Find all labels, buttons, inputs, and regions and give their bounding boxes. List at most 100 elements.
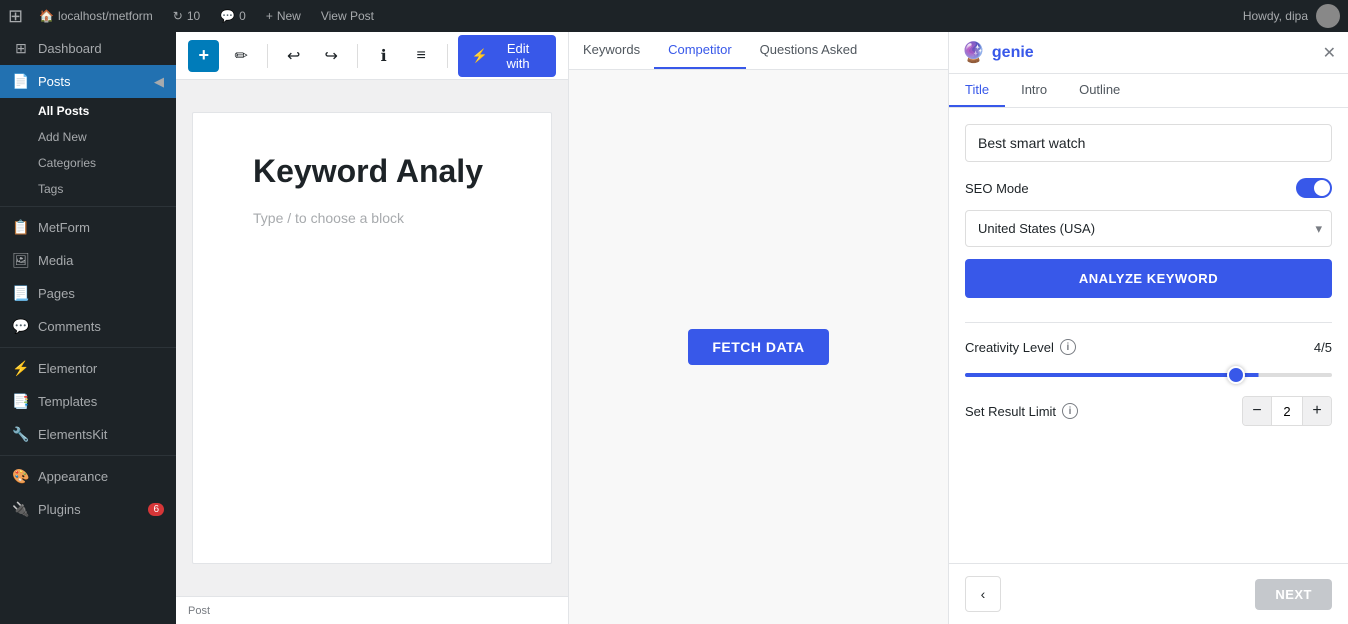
country-select-wrapper: United States (USA) United Kingdom (UK) …: [965, 210, 1332, 247]
result-limit-label: Set Result Limit i: [965, 403, 1078, 419]
sidebar-item-elementor[interactable]: ⚡ Elementor: [0, 352, 176, 385]
undo-icon: ↩: [287, 46, 300, 66]
sidebar-item-comments[interactable]: 💬 Comments: [0, 310, 176, 343]
creativity-row: Creativity Level i 4/5: [965, 339, 1332, 355]
tab-competitor[interactable]: Competitor: [654, 32, 746, 69]
sidebar-sub-categories[interactable]: Categories: [0, 150, 176, 176]
sidebar-item-metform[interactable]: 📋 MetForm: [0, 211, 176, 244]
stepper-increase-button[interactable]: +: [1303, 397, 1331, 425]
creativity-slider[interactable]: [965, 373, 1332, 377]
panel-body: SEO Mode United States (USA) United King…: [949, 108, 1348, 563]
site-name-link[interactable]: 🏠 localhost/metform: [35, 0, 157, 32]
editor-footer: Post: [176, 596, 568, 624]
post-title[interactable]: Keyword Analy: [253, 153, 491, 190]
title-input[interactable]: [965, 124, 1332, 162]
comments-icon: 💬: [12, 318, 30, 335]
panel-header: 🔮 genie ✕: [949, 32, 1348, 74]
editor-page[interactable]: Keyword Analy Type / to choose a block: [192, 112, 552, 564]
editor-content: Keyword Analy Type / to choose a block: [176, 80, 568, 596]
middle-panel-tabs: Keywords Competitor Questions Asked: [569, 32, 948, 70]
panel-logo: 🔮 genie: [961, 40, 1034, 65]
sidebar-item-templates[interactable]: 📑 Templates: [0, 385, 176, 418]
options-button[interactable]: ≡: [405, 40, 436, 72]
stepper-decrease-button[interactable]: −: [1243, 397, 1271, 425]
post-type-label: Post: [188, 605, 210, 617]
info-icon: ℹ: [381, 46, 387, 66]
menu-icon: ≡: [416, 47, 425, 65]
result-limit-info-icon[interactable]: i: [1062, 403, 1078, 419]
panel-close-button[interactable]: ✕: [1323, 43, 1336, 63]
subtab-outline[interactable]: Outline: [1063, 74, 1136, 107]
creativity-label: Creativity Level i: [965, 339, 1076, 355]
posts-icon: 📄: [12, 73, 30, 90]
sidebar-sub-add-new[interactable]: Add New: [0, 124, 176, 150]
creativity-info-icon[interactable]: i: [1060, 339, 1076, 355]
plus-icon: +: [266, 9, 273, 23]
stepper-value: 2: [1271, 397, 1303, 425]
elementor-icon: ⚡: [12, 360, 30, 377]
country-select[interactable]: United States (USA) United Kingdom (UK) …: [965, 210, 1332, 247]
analyze-keyword-button[interactable]: ANALYZE KEYWORD: [965, 259, 1332, 298]
sidebar-item-dashboard[interactable]: ⊞ Dashboard: [0, 32, 176, 65]
toolbar-divider-3: [447, 44, 448, 68]
fetch-data-button[interactable]: FETCH DATA: [688, 329, 828, 365]
tab-questions[interactable]: Questions Asked: [746, 32, 872, 69]
sidebar-sub-all-posts[interactable]: All Posts: [0, 98, 176, 124]
toolbar-divider-1: [267, 44, 268, 68]
updates-link[interactable]: ↻ 10: [169, 0, 204, 32]
next-button[interactable]: NEXT: [1255, 579, 1332, 610]
edit-with-button[interactable]: ⚡ Edit with: [458, 35, 556, 77]
subtab-title[interactable]: Title: [949, 74, 1005, 107]
right-panel: 🔮 genie ✕ Title Intro Outline SEO Mode: [948, 32, 1348, 624]
sidebar-item-posts[interactable]: 📄 Posts ◀: [0, 65, 176, 98]
sidebar-divider-3: [0, 455, 176, 456]
admin-bar: ⊞ 🏠 localhost/metform ↻ 10 💬 0 + New Vie…: [0, 0, 1348, 32]
result-limit-row: Set Result Limit i − 2 +: [965, 396, 1332, 426]
subtab-intro[interactable]: Intro: [1005, 74, 1063, 107]
tab-keywords[interactable]: Keywords: [569, 32, 654, 69]
genie-logo-icon: 🔮: [961, 40, 986, 65]
sidebar-sub-tags[interactable]: Tags: [0, 176, 176, 202]
back-button[interactable]: ‹: [965, 576, 1001, 612]
panel-subtabs: Title Intro Outline: [949, 74, 1348, 108]
avatar[interactable]: [1316, 4, 1340, 28]
home-icon: 🏠: [39, 9, 54, 23]
redo-button[interactable]: ↪: [315, 40, 346, 72]
sidebar-item-appearance[interactable]: 🎨 Appearance: [0, 460, 176, 493]
redo-icon: ↪: [324, 46, 337, 66]
toggle-knob: [1314, 180, 1330, 196]
editor-area: + ✏ ↩ ↪ ℹ ≡ ⚡ Edit with: [176, 32, 568, 624]
comments-link[interactable]: 💬 0: [216, 0, 250, 32]
posts-arrow: ◀: [154, 74, 164, 90]
main-layout: ⊞ Dashboard 📄 Posts ◀ All Posts Add New …: [0, 32, 1348, 624]
panel-divider: [965, 322, 1332, 323]
sidebar-item-media[interactable]: 🖼 Media: [0, 244, 176, 277]
sidebar: ⊞ Dashboard 📄 Posts ◀ All Posts Add New …: [0, 32, 176, 624]
edit-button[interactable]: ✏: [225, 40, 256, 72]
result-limit-stepper: − 2 +: [1242, 396, 1332, 426]
back-icon: ‹: [981, 586, 986, 602]
howdy-label: Howdy, dipa: [1243, 9, 1308, 23]
sidebar-item-pages[interactable]: 📃 Pages: [0, 277, 176, 310]
toolbar-divider-2: [357, 44, 358, 68]
view-post-link[interactable]: View Post: [317, 0, 378, 32]
media-icon: 🖼: [12, 252, 30, 269]
plus-block-icon: +: [198, 45, 209, 66]
admin-bar-right: Howdy, dipa: [1243, 4, 1340, 28]
editor-placeholder[interactable]: Type / to choose a block: [253, 210, 491, 226]
sidebar-item-plugins[interactable]: 🔌 Plugins 6: [0, 493, 176, 526]
add-block-button[interactable]: +: [188, 40, 219, 72]
undo-button[interactable]: ↩: [278, 40, 309, 72]
wp-logo[interactable]: ⊞: [8, 6, 23, 27]
panel-footer: ‹ NEXT: [949, 563, 1348, 624]
seo-mode-row: SEO Mode: [965, 178, 1332, 198]
plugins-icon: 🔌: [12, 501, 30, 518]
sidebar-item-elementskit[interactable]: 🔧 ElementsKit: [0, 418, 176, 451]
seo-mode-toggle[interactable]: [1296, 178, 1332, 198]
new-content-link[interactable]: + New: [262, 0, 305, 32]
info-button[interactable]: ℹ: [368, 40, 399, 72]
comment-icon: 💬: [220, 9, 235, 23]
appearance-icon: 🎨: [12, 468, 30, 485]
dashboard-icon: ⊞: [12, 40, 30, 57]
creativity-value: 4/5: [1314, 340, 1332, 355]
